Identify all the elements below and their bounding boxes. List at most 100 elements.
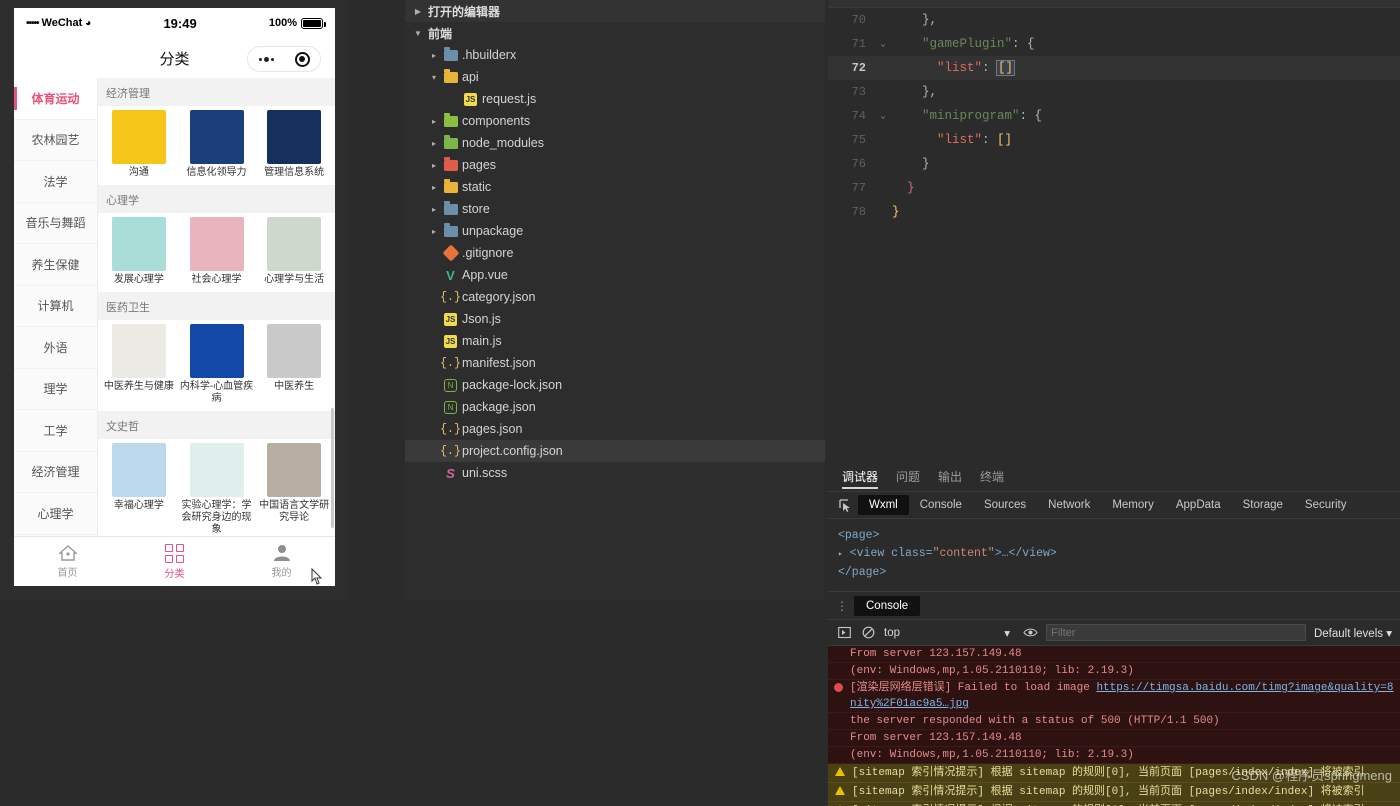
category-sidebar-item[interactable]: 音乐与舞蹈 — [14, 202, 97, 244]
chevron-right-icon[interactable]: ▸ — [429, 139, 439, 148]
tree-file-row[interactable]: JS Json.js — [405, 308, 825, 330]
tree-folder-row[interactable]: ▸ node_modules — [405, 132, 825, 154]
project-root-row[interactable]: ▼ 前端 — [405, 22, 825, 44]
console-filter-input[interactable] — [1046, 624, 1306, 641]
phone-tab-bar[interactable]: 首页 分类 我的 — [14, 536, 335, 586]
clear-console-icon[interactable] — [860, 625, 876, 641]
code-fold-toggle-icon[interactable]: ⌄ — [874, 39, 892, 49]
course-card[interactable]: 中医养生与健康 — [100, 324, 178, 405]
tree-file-row[interactable]: .gitignore — [405, 242, 825, 264]
code-line[interactable]: 72 "list": [] — [828, 56, 1400, 80]
course-card[interactable]: 中医养生 — [255, 324, 333, 405]
tab-category[interactable]: 分类 — [121, 543, 228, 580]
file-explorer[interactable]: ▶ 打开的编辑器 ▼ 前端 ▸ .hbuilderx ▾ api JS request.j… — [405, 0, 825, 600]
devtools-panel-tab[interactable]: 问题 — [896, 462, 920, 492]
code-line[interactable]: 74 ⌄ "miniprogram": { — [828, 104, 1400, 128]
course-card[interactable]: 社会心理学 — [178, 217, 256, 286]
chevron-right-icon[interactable]: ▸ — [429, 161, 439, 170]
more-dots-icon[interactable] — [258, 56, 274, 62]
chevron-right-icon[interactable]: ▸ — [429, 117, 439, 126]
category-sidebar-item[interactable]: 心理学 — [14, 493, 97, 535]
tree-folder-row[interactable]: ▾ api — [405, 66, 825, 88]
devtools-panel-tab[interactable]: 调试器 — [842, 462, 879, 492]
tree-file-row[interactable]: {.} pages.json — [405, 418, 825, 440]
element-picker-icon[interactable] — [832, 498, 858, 512]
execution-context-icon[interactable] — [836, 625, 852, 641]
devtools-inspector-tab[interactable]: Console — [909, 495, 973, 515]
live-expression-eye-icon[interactable] — [1022, 625, 1038, 641]
course-card[interactable]: 信息化领导力 — [178, 110, 256, 179]
console-log-list[interactable]: From server 123.157.149.48 (env: Windows,… — [828, 646, 1400, 806]
course-card[interactable]: 内科学-心血管疾病 — [178, 324, 256, 405]
category-sidebar-item[interactable]: 养生保健 — [14, 244, 97, 286]
chevron-down-icon[interactable]: ▾ — [1004, 626, 1010, 640]
code-line[interactable]: 70 }, — [828, 8, 1400, 32]
tree-file-row[interactable]: JS main.js — [405, 330, 825, 352]
code-line[interactable]: 73 }, — [828, 80, 1400, 104]
tree-file-row[interactable]: Suni.scss — [405, 462, 825, 484]
tree-folder-row[interactable]: ▸ components — [405, 110, 825, 132]
tree-file-row[interactable]: Npackage-lock.json — [405, 374, 825, 396]
category-sidebar-item[interactable]: 工学 — [14, 410, 97, 452]
category-sidebar-item[interactable]: 法学 — [14, 161, 97, 203]
content-scrollbar[interactable] — [331, 408, 334, 528]
chevron-down-icon[interactable]: ▼ — [413, 29, 423, 38]
course-card[interactable]: 沟通 — [100, 110, 178, 179]
devtools-panel[interactable]: 调试器 问题 输出 终端 Wxml Console Sources Network Memor… — [828, 462, 1400, 806]
chevron-right-icon[interactable]: ▶ — [413, 7, 423, 16]
tree-file-row[interactable]: V App.vue — [405, 264, 825, 286]
tree-folder-row[interactable]: ▸ .hbuilderx — [405, 44, 825, 66]
devtools-panel-tabs[interactable]: 调试器 问题 输出 终端 — [828, 462, 1400, 492]
devtools-inspector-tab[interactable]: Wxml — [858, 495, 909, 515]
chevron-down-icon[interactable]: ▾ — [1386, 628, 1392, 640]
course-card[interactable]: 幸福心理学 — [100, 443, 178, 536]
devtools-inspector-tab[interactable]: Sources — [973, 495, 1037, 515]
chevron-down-icon[interactable]: ▾ — [429, 73, 439, 82]
devtools-inspector-tab[interactable]: Memory — [1101, 495, 1165, 515]
devtools-inspector-tab[interactable]: Storage — [1232, 495, 1294, 515]
category-sidebar-item[interactable]: 经济管理 — [14, 451, 97, 493]
code-line[interactable]: 77 } — [828, 176, 1400, 200]
tab-profile[interactable]: 我的 — [228, 544, 335, 579]
course-card[interactable]: 发展心理学 — [100, 217, 178, 286]
category-sidebar[interactable]: 体育运动 农林园艺 法学 音乐与舞蹈 养生保健 计算机 外语 理学 工学 经济管理 心理学 — [14, 78, 98, 536]
code-line[interactable]: 75 "list": [] — [828, 128, 1400, 152]
tree-folder-row[interactable]: ▸ store — [405, 198, 825, 220]
tree-file-row[interactable]: JS request.js — [405, 88, 825, 110]
devtools-inspector-tab[interactable]: AppData — [1165, 495, 1232, 515]
console-tab[interactable]: Console — [854, 595, 921, 616]
kebab-menu-icon[interactable]: ⋮ — [836, 600, 848, 612]
tree-file-row[interactable]: {.} manifest.json — [405, 352, 825, 374]
devtools-inspector-tabs[interactable]: Wxml Console Sources Network Memory AppData St… — [828, 492, 1400, 519]
tree-file-row[interactable]: {.} project.config.json — [405, 440, 825, 462]
category-sidebar-item[interactable]: 外语 — [14, 327, 97, 369]
category-sidebar-item[interactable]: 计算机 — [14, 285, 97, 327]
code-line[interactable]: 78} — [828, 200, 1400, 224]
category-sidebar-item[interactable]: 体育运动 — [14, 78, 97, 120]
category-sidebar-item[interactable]: 农林园艺 — [14, 119, 97, 161]
tree-folder-row[interactable]: ▸ static — [405, 176, 825, 198]
devtools-panel-tab[interactable]: 输出 — [938, 462, 962, 492]
tree-file-row[interactable]: {.} category.json — [405, 286, 825, 308]
devtools-panel-tab[interactable]: 终端 — [980, 462, 1004, 492]
category-sidebar-item[interactable]: 理学 — [14, 368, 97, 410]
course-card[interactable]: 心理学与生活 — [255, 217, 333, 286]
category-content[interactable]: 经济管理 沟通 信息化领导力 管理信息系统 心理学 发展心理学 社会心理学 心理学与生活 医药卫… — [98, 78, 335, 536]
tree-folder-row[interactable]: ▸ unpackage — [405, 220, 825, 242]
course-card[interactable]: 中国语言文学研究导论 — [255, 443, 333, 536]
chevron-right-icon[interactable]: ▸ — [429, 205, 439, 214]
course-card[interactable]: 管理信息系统 — [255, 110, 333, 179]
open-editors-section[interactable]: ▶ 打开的编辑器 — [405, 0, 825, 22]
devtools-inspector-tab[interactable]: Network — [1037, 495, 1101, 515]
console-toolbar[interactable]: top ▾ Default levels ▾ — [828, 620, 1400, 646]
devtools-inspector-tab[interactable]: Security — [1294, 495, 1358, 515]
target-circle-icon[interactable] — [294, 51, 310, 67]
chevron-right-icon[interactable]: ▸ — [429, 227, 439, 236]
wxml-tree-view[interactable]: <page> ▸ <view class="content">…</view> … — [828, 519, 1400, 592]
code-fold-toggle-icon[interactable]: ⌄ — [874, 111, 892, 121]
chevron-right-icon[interactable]: ▸ — [429, 51, 439, 60]
tab-home[interactable]: 首页 — [14, 544, 121, 579]
code-line[interactable]: 76 } — [828, 152, 1400, 176]
code-line[interactable]: 71 ⌄ "gamePlugin": { — [828, 32, 1400, 56]
course-card[interactable]: 实验心理学：学会研究身边的现象 — [178, 443, 256, 536]
